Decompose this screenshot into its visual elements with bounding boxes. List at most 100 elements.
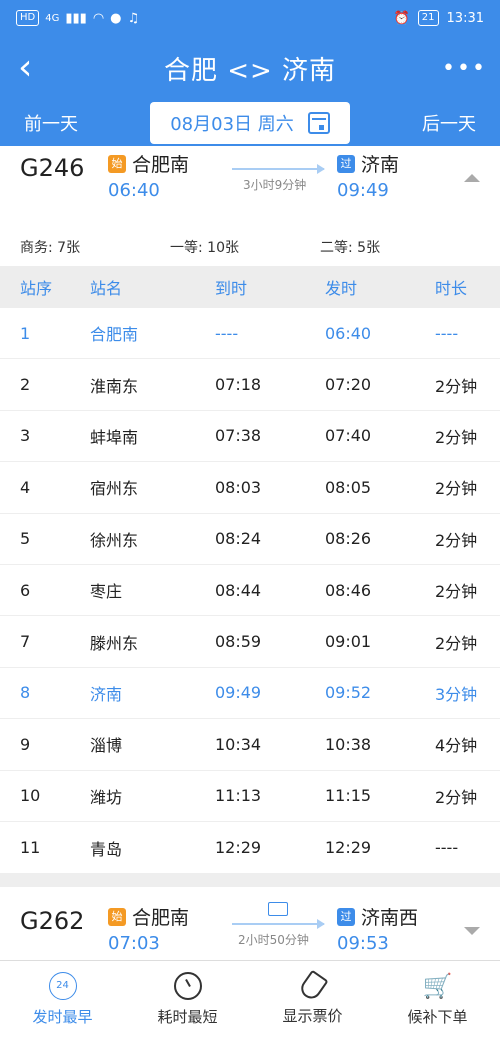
stop-station: 宿州东 — [90, 479, 139, 499]
prev-day-button[interactable]: 前一天 — [24, 110, 78, 136]
train-number: G262 — [20, 907, 85, 936]
tab-label: 候补下单 — [407, 1007, 468, 1026]
table-row: 5 徐州东 08:24 08:26 2分钟 — [0, 514, 500, 565]
table-row: 4 宿州东 08:03 08:05 2分钟 — [0, 462, 500, 514]
page-title: 合肥 <> 济南 — [163, 55, 337, 86]
train-card-g246[interactable]: G246 始 合肥南 06:40 3小时9分钟 过 济南 09:49 — [0, 146, 500, 228]
stop-arrive: 09:49 — [215, 683, 262, 703]
from-station: 始 合肥南 — [108, 150, 189, 177]
header-stop-duration: 时长 — [435, 279, 468, 298]
table-row: 9 淄博 10:34 10:38 4分钟 — [0, 719, 500, 771]
seat-second: 二等: 5张 — [320, 240, 381, 256]
clock-24-icon: 24 — [48, 971, 77, 1000]
stop-station: 青岛 — [90, 839, 123, 859]
table-row: 6 枣庄 08:44 08:46 2分钟 — [0, 565, 500, 617]
to-station-name: 济南西 — [361, 907, 419, 930]
waitlist-order-button[interactable]: 🛒 候补下单 — [375, 961, 500, 1037]
start-tag: 始 — [108, 907, 126, 926]
network-indicator: 4G — [45, 12, 60, 24]
stop-arrive: 08:59 — [215, 632, 262, 652]
pass-tag: 过 — [337, 154, 355, 173]
stop-duration: 2分钟 — [435, 427, 478, 447]
timer-icon — [173, 971, 202, 1000]
arrive-time: 09:49 — [337, 180, 389, 201]
train-number: G246 — [20, 154, 85, 182]
stop-order: 2 — [20, 375, 31, 395]
battery-indicator: 21 — [417, 10, 439, 26]
table-row: 8 济南 09:49 09:52 3分钟 — [0, 668, 500, 720]
stop-order: 4 — [20, 477, 31, 497]
stop-arrive: 11:13 — [215, 786, 262, 806]
stop-order: 1 — [20, 323, 31, 343]
next-day-button[interactable]: 后一天 — [422, 110, 476, 136]
more-icon[interactable]: ••• — [442, 56, 485, 81]
stop-depart: 09:01 — [325, 632, 372, 652]
duration: 3小时9分钟 — [243, 178, 307, 192]
stop-depart: 10:38 — [325, 734, 372, 754]
stop-station: 济南 — [90, 684, 123, 704]
seat-first: 一等: 10张 — [170, 240, 239, 256]
stop-duration: 2分钟 — [435, 479, 478, 499]
stop-station: 滕州东 — [90, 633, 139, 653]
table-row: 10 潍坊 11:13 11:15 2分钟 — [0, 771, 500, 822]
stop-arrive: 10:34 — [215, 734, 262, 754]
calendar-icon — [307, 112, 330, 134]
status-clock: 13:31 — [446, 10, 484, 26]
stop-order: 5 — [20, 529, 31, 549]
show-price-button[interactable]: 显示票价 — [250, 961, 375, 1037]
stop-depart: 08:46 — [325, 580, 372, 600]
back-icon[interactable]: ‹ — [18, 50, 58, 86]
from-station: 始 合肥南 — [108, 903, 189, 930]
collapse-icon[interactable] — [464, 174, 480, 182]
sort-shortest-duration-button[interactable]: 耗时最短 — [125, 961, 250, 1037]
section-gap — [0, 873, 500, 888]
expand-icon[interactable] — [464, 927, 480, 936]
stops-table: 1 合肥南 ---- 06:40 ---- 2 淮南东 07:18 07:20 2分钟 3 蚌埠南 07… — [0, 308, 500, 873]
stop-arrive: 08:03 — [215, 477, 262, 497]
stop-order: 11 — [20, 838, 41, 858]
date-bar: 前一天 08月03日 周六 后一天 — [0, 100, 500, 146]
tab-label: 发时最早 — [32, 1007, 93, 1026]
stop-order: 8 — [20, 683, 31, 703]
stop-station: 枣庄 — [90, 582, 123, 602]
to-station: 过 济南西 — [337, 903, 418, 930]
stop-duration: 2分钟 — [435, 633, 478, 653]
route-arrow — [232, 919, 325, 930]
stop-depart: 09:52 — [325, 683, 372, 703]
signal-icon: ▮▮▮ — [65, 10, 87, 26]
stop-station: 合肥南 — [90, 325, 139, 345]
nav-bar: ‹ 合肥 <> 济南 ••• — [0, 36, 500, 100]
stop-duration: 2分钟 — [435, 787, 478, 807]
depart-time: 06:40 — [108, 180, 160, 201]
stop-arrive: 08:44 — [215, 580, 262, 600]
depart-time: 07:03 — [108, 933, 160, 955]
status-bar: HD 4G ▮▮▮ ◠ ● ♫ ⏰ 21 13:31 — [0, 0, 500, 36]
stop-depart: 11:15 — [325, 786, 372, 806]
arrive-time: 09:53 — [337, 933, 389, 955]
stop-station: 徐州东 — [90, 530, 139, 550]
date-picker-button[interactable]: 08月03日 周六 — [150, 102, 350, 144]
wechat-icon: ● — [110, 10, 122, 26]
seat-business: 商务: 7张 — [20, 240, 81, 256]
stop-duration: ---- — [435, 838, 459, 858]
sort-earliest-departure-button[interactable]: 24 发时最早 — [0, 961, 125, 1037]
from-station-name: 合肥南 — [132, 154, 190, 176]
stop-order: 10 — [20, 786, 41, 806]
stop-duration: 2分钟 — [435, 530, 478, 550]
table-row: 11 青岛 12:29 12:29 ---- — [0, 822, 500, 873]
id-card-icon — [268, 902, 288, 917]
stop-order: 9 — [20, 734, 31, 754]
start-tag: 始 — [108, 154, 126, 173]
cart-icon: 🛒 — [422, 971, 453, 1000]
bottom-toolbar: 24 发时最早 耗时最短 显示票价 🛒 候补下单 — [0, 960, 500, 1037]
stop-order: 7 — [20, 632, 31, 652]
stop-arrive: 07:18 — [215, 375, 262, 395]
table-row: 7 滕州东 08:59 09:01 2分钟 — [0, 616, 500, 668]
stop-arrive: 08:24 — [215, 529, 262, 549]
stop-arrive: ---- — [215, 323, 239, 343]
stop-order: 6 — [20, 580, 31, 600]
to-station-name: 济南 — [361, 154, 400, 176]
stop-station: 淄博 — [90, 736, 123, 756]
stop-station: 蚌埠南 — [90, 427, 139, 447]
stop-duration: 3分钟 — [435, 684, 478, 704]
